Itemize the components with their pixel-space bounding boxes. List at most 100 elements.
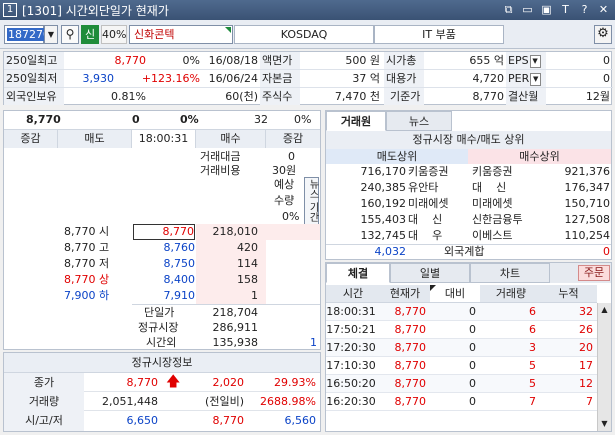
scrollbar[interactable]: ▲ ▼ [597, 303, 611, 431]
scroll-up-icon[interactable]: ▲ [598, 303, 611, 317]
info-value: 7,470 천 [334, 90, 380, 103]
code-dropdown-button[interactable]: ▼ [44, 25, 58, 44]
trade-cell-a: 12 [579, 377, 593, 390]
info-row: 250일최고 8,770 0% 16/08/18 액면가 500 원 시가총 6… [4, 52, 613, 70]
trade-cell-v: 6 [529, 323, 536, 336]
price-pct: 0% [180, 113, 199, 126]
table-row[interactable]: 16:50:20 8,770 0 5 12 [326, 375, 597, 393]
sell-volume: 132,745 [360, 229, 407, 242]
info-date: 16/06/24 [208, 72, 258, 85]
sell-broker[interactable]: 미래에셋 [408, 196, 448, 212]
info-label[interactable]: EPS ▼ [506, 52, 546, 69]
search-icon[interactable]: ⚲ [61, 25, 79, 44]
col-header-price: 현재가 [389, 287, 421, 300]
sell-volume: 716,170 [360, 165, 407, 178]
news-button[interactable]: 뉴스 기간 [304, 177, 319, 225]
total-label: 단일가 [144, 306, 175, 319]
bid-price[interactable]: 8,750 [133, 256, 196, 272]
bid-price[interactable]: 8,760 [133, 240, 196, 256]
link-window-button[interactable]: ⧉ [501, 2, 516, 17]
margin-ratio: 40% [101, 25, 127, 44]
table-row[interactable]: 16:20:30 8,770 0 7 7 [326, 393, 597, 411]
window-number: 1 [3, 3, 17, 17]
sell-broker[interactable]: 키움증권 [408, 164, 448, 180]
trade-cell-v: 5 [529, 377, 536, 390]
bid-qty: 1 [251, 289, 258, 302]
font-size-button[interactable]: T [558, 2, 573, 17]
ref-price-open: 8,770 시 [64, 225, 110, 238]
regular-market-panel: 정규시장정보 종가 8,770 🡅 2,020 29.93% 거래량 2,051… [3, 352, 321, 432]
table-row[interactable]: 17:20:30 8,770 0 3 20 [326, 339, 597, 357]
market-row: 종가 8,770 🡅 2,020 29.93% [4, 373, 320, 392]
tab-chart[interactable]: 차트 [470, 263, 550, 283]
total-label: 시간외 [146, 336, 177, 349]
info-pct: 60(천) [225, 90, 258, 103]
tab-news[interactable]: 뉴스 [386, 111, 452, 131]
sell-broker[interactable]: 유안타 [408, 180, 438, 196]
buy-broker[interactable]: 이베스트 [472, 228, 512, 244]
bid-price[interactable]: 7,910 [133, 288, 196, 304]
row-value-b: 8,770 [212, 414, 245, 427]
stock-name-field[interactable]: 신화콘텍 [129, 25, 233, 44]
order-button[interactable]: 주문 [578, 265, 610, 281]
info-value: 4,720 [472, 72, 505, 85]
info-pct: 0% [182, 54, 200, 67]
info-label[interactable]: PER ▼ [506, 70, 546, 87]
price-change: 0 [132, 113, 140, 126]
buy-broker[interactable]: 미래에셋 [472, 196, 512, 212]
tab-daily[interactable]: 일별 [390, 263, 470, 283]
stock-code-input[interactable]: 187270 [4, 25, 51, 44]
info-label: 액면가 [260, 52, 300, 69]
chevron-down-icon[interactable]: ▼ [529, 54, 541, 68]
buy-broker[interactable]: 신한금융투 [472, 212, 523, 228]
row-value-a: 6,650 [126, 414, 159, 427]
bid-price[interactable]: 8,400 [133, 272, 196, 288]
tab-trades[interactable]: 체결 [326, 263, 390, 283]
info-label: 250일최저 [4, 70, 64, 87]
trade-cell-a: 26 [579, 323, 593, 336]
col-header-diff-label: 대비 [444, 287, 466, 300]
market-row: 시/고/저 6,650 8,770 6,560 [4, 411, 320, 431]
news-label: 뉴스 [307, 179, 318, 200]
gear-icon[interactable]: ⚙ [594, 25, 612, 44]
col-header-change-sell: 증감 [4, 130, 58, 148]
foreign-sell: 4,032 [374, 245, 407, 258]
maximize-button[interactable]: ▣ [539, 2, 554, 17]
restore-button[interactable]: ▭ [520, 2, 535, 17]
sell-broker[interactable]: 대 신 [408, 212, 442, 228]
sell-volume: 155,403 [360, 213, 407, 226]
buy-volume: 127,508 [564, 213, 611, 226]
trade-cell-p: 8,770 [394, 323, 427, 336]
trade-cell-t: 16:20:30 [326, 395, 376, 408]
trade-cell-t: 17:50:21 [326, 323, 376, 336]
trade-cell-p: 8,770 [394, 359, 427, 372]
total-label: 정규시장 [138, 321, 179, 334]
expected-label: 예상 [274, 178, 295, 191]
table-row[interactable]: 18:00:31 8,770 0 6 32 [326, 303, 597, 321]
window-title: [1301] 시간외단일가 현재가 [22, 3, 169, 18]
col-header-cum: 누적 [558, 287, 579, 300]
sell-broker[interactable]: 대 우 [408, 228, 442, 244]
info-label: 주식수 [260, 88, 300, 105]
chevron-down-icon[interactable]: ▼ [530, 72, 542, 86]
trade-rows: 18:00:31 8,770 0 6 32 17:50:21 8,770 0 6 26 17:20:… [326, 303, 597, 431]
info-label: 자본금 [260, 70, 300, 87]
highlight-cell [266, 224, 320, 240]
volume-pct: 0% [294, 113, 312, 126]
table-row[interactable]: 17:10:30 8,770 0 5 17 [326, 357, 597, 375]
trade-cell-a: 17 [579, 359, 593, 372]
buy-broker[interactable]: 키움증권 [472, 164, 512, 180]
tab-broker[interactable]: 거래원 [326, 111, 386, 131]
help-button[interactable]: ? [577, 2, 592, 17]
panel-title: 정규시장정보 [4, 353, 320, 373]
bid-price[interactable]: 8,770 [133, 224, 195, 240]
info-pct: +123.16% [141, 72, 200, 85]
close-button[interactable]: ✕ [596, 2, 611, 17]
table-row[interactable]: 17:50:21 8,770 0 6 26 [326, 321, 597, 339]
buy-broker[interactable]: 대 신 [472, 180, 506, 196]
info-value: 8,770 [472, 90, 505, 103]
trade-cell-t: 17:20:30 [326, 341, 376, 354]
total-value: 135,938 [212, 336, 259, 349]
trade-cell-d: 0 [469, 305, 476, 318]
scroll-down-icon[interactable]: ▼ [598, 417, 611, 431]
